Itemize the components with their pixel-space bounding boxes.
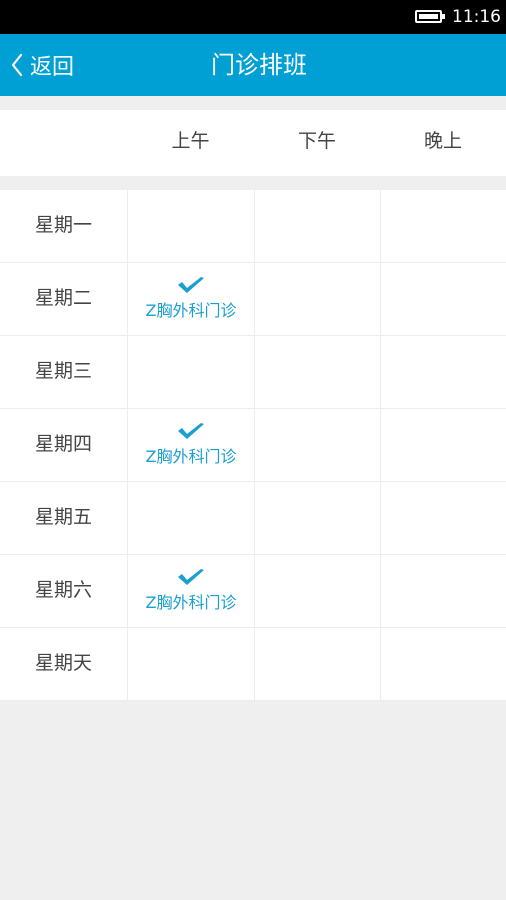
slot-afternoon[interactable]: [254, 336, 380, 408]
slot-morning[interactable]: Z胸外科门诊: [127, 409, 254, 481]
schedule-row: 星期五: [0, 482, 506, 555]
slot-afternoon[interactable]: [254, 628, 380, 700]
schedule-row: 星期天: [0, 628, 506, 701]
schedule-row: 星期一: [0, 190, 506, 263]
slot-morning[interactable]: [127, 190, 254, 262]
schedule-grid: 星期一 星期二 Z胸外科门诊 星期三 星期四 Z胸外科门诊 星期五 星期六 Z胸外科门诊 星期天: [0, 190, 506, 701]
schedule-row: 星期六 Z胸外科门诊: [0, 555, 506, 628]
day-label: 星期五: [34, 506, 92, 528]
slot-morning[interactable]: [127, 628, 254, 700]
checkmark-icon: [178, 423, 204, 439]
column-header-evening: 晚上: [423, 130, 462, 152]
schedule-header: 上午 下午 晚上: [0, 110, 506, 176]
slot-evening[interactable]: [380, 263, 506, 335]
slot-afternoon[interactable]: [254, 190, 380, 262]
slot-evening[interactable]: [380, 190, 506, 262]
column-header-morning: 上午: [171, 130, 210, 152]
slot-evening[interactable]: [380, 628, 506, 700]
appointment: Z胸外科门诊: [128, 409, 254, 481]
nav-bar: 返回 门诊排班: [0, 34, 506, 96]
chevron-left-icon: [11, 53, 23, 77]
schedule-row: 星期四 Z胸外科门诊: [0, 409, 506, 482]
slot-morning[interactable]: Z胸外科门诊: [127, 263, 254, 335]
slot-evening[interactable]: [380, 482, 506, 554]
day-label: 星期三: [34, 360, 92, 382]
slot-afternoon[interactable]: [254, 263, 380, 335]
back-label: 返回: [30, 55, 75, 80]
slot-afternoon[interactable]: [254, 555, 380, 627]
day-label: 星期四: [34, 433, 92, 455]
battery-icon: [415, 10, 445, 23]
slot-morning[interactable]: [127, 336, 254, 408]
schedule-row: 星期二 Z胸外科门诊: [0, 263, 506, 336]
day-label: 星期一: [34, 214, 92, 236]
slot-afternoon[interactable]: [254, 409, 380, 481]
page-title: 门诊排班: [211, 51, 307, 79]
slot-morning[interactable]: [127, 482, 254, 554]
appointment-label: Z胸外科门诊: [145, 593, 237, 612]
checkmark-icon: [178, 569, 204, 585]
appointment: Z胸外科门诊: [128, 263, 254, 335]
slot-evening[interactable]: [380, 336, 506, 408]
back-button[interactable]: 返回: [0, 34, 100, 96]
slot-evening[interactable]: [380, 409, 506, 481]
day-label: 星期六: [34, 579, 92, 601]
checkmark-icon: [178, 277, 204, 293]
column-header-afternoon: 下午: [297, 130, 336, 152]
day-label: 星期二: [34, 287, 92, 309]
status-bar: 11:16: [0, 0, 506, 34]
slot-evening[interactable]: [380, 555, 506, 627]
schedule-row: 星期三: [0, 336, 506, 409]
slot-afternoon[interactable]: [254, 482, 380, 554]
appointment-label: Z胸外科门诊: [145, 447, 237, 466]
day-label: 星期天: [34, 652, 92, 674]
slot-morning[interactable]: Z胸外科门诊: [127, 555, 254, 627]
appointment: Z胸外科门诊: [128, 555, 254, 627]
appointment-label: Z胸外科门诊: [145, 301, 237, 320]
status-time: 11:16: [452, 7, 501, 27]
